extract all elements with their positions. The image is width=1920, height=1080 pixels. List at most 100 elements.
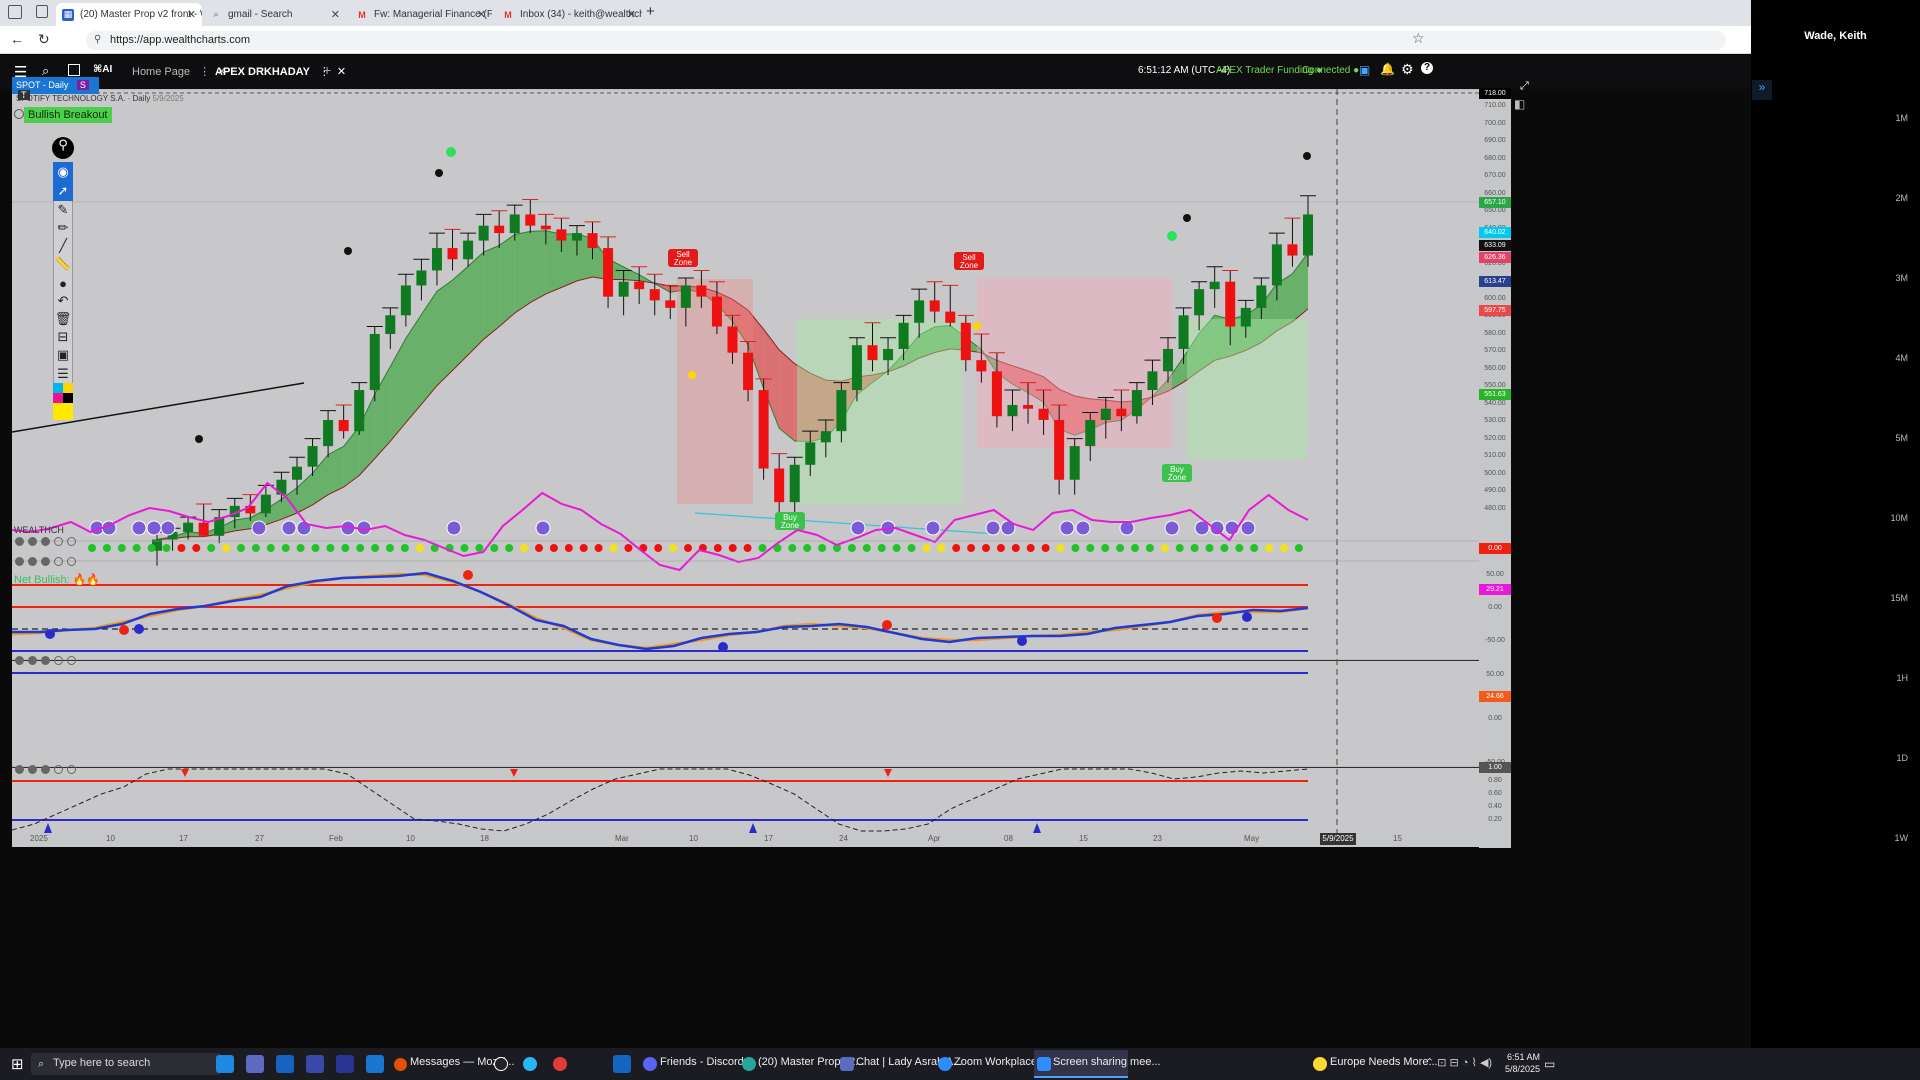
visibility-eye-icon[interactable] <box>67 765 76 774</box>
maximize-pane-icon[interactable] <box>54 656 63 665</box>
maximize-pane-icon[interactable] <box>54 765 63 774</box>
move-up-pane-icon[interactable] <box>41 765 50 774</box>
settings-pane-icon[interactable] <box>28 537 37 546</box>
move-up-pane-icon[interactable] <box>41 656 50 665</box>
interval-label[interactable]: 1H <box>1896 673 1908 683</box>
expand-icon[interactable]: ⤢ <box>1520 80 1529 93</box>
collapse-panel-icon[interactable]: » <box>1752 80 1772 100</box>
interval-label[interactable]: 3M <box>1895 273 1908 283</box>
interval-label[interactable]: 1M <box>1895 113 1908 123</box>
site-info-icon[interactable]: ⚲ <box>94 34 101 45</box>
interval-label[interactable]: 15M <box>1890 593 1908 603</box>
taskbar-search[interactable]: Type here to search <box>31 1053 221 1075</box>
layers-icon[interactable]: ☰ <box>53 364 73 384</box>
edge-icon[interactable] <box>742 1057 756 1071</box>
interval-label[interactable]: 1D <box>1896 753 1908 763</box>
color-swatch-yellow[interactable] <box>63 383 73 393</box>
location-icon[interactable] <box>494 1057 508 1071</box>
color-swatch-active[interactable] <box>53 403 73 420</box>
close-tab-icon[interactable]: ✕ <box>187 8 196 21</box>
taskbar-clock[interactable]: 6:51 AM 5/8/2025 <box>1502 1051 1540 1075</box>
maximize-pane-icon[interactable] <box>54 537 63 546</box>
notifications-icon[interactable]: 🔔 <box>1380 62 1395 76</box>
close-pane-icon[interactable] <box>15 656 24 665</box>
settings-gear-icon[interactable]: ⚙ <box>1401 61 1414 78</box>
system-tray-icons[interactable]: ⌃ ⊡ ⊟ ◔ ⌇ ◀) <box>1425 1056 1492 1069</box>
dot-tool-icon[interactable]: ● <box>53 273 73 293</box>
interval-label[interactable]: 4M <box>1895 353 1908 363</box>
undo-icon[interactable]: ↶ <box>53 291 73 311</box>
visibility-eye-icon[interactable] <box>67 557 76 566</box>
teams-icon[interactable] <box>840 1057 854 1071</box>
interval-label[interactable]: 2M <box>1895 193 1908 203</box>
panel-toggle-icon[interactable]: ◧ <box>1514 97 1525 111</box>
browser-tab-gmail-search[interactable]: ⌕ gmail - Search ✕ <box>204 3 346 26</box>
color-swatch-magenta[interactable] <box>53 393 63 403</box>
reload-icon[interactable]: ↻ <box>38 31 50 48</box>
location-pin-icon[interactable]: ⚲ <box>52 137 74 159</box>
word-icon[interactable] <box>366 1055 384 1073</box>
symbol-badge[interactable]: SPOT - Daily S T <box>12 77 99 100</box>
layouts-icon[interactable] <box>68 64 80 76</box>
browser-tab-inbox[interactable]: M Inbox (34) - keith@wealthcharts.c ✕ <box>496 3 642 26</box>
close-tab-icon[interactable]: ✕ <box>477 8 486 21</box>
chart-area[interactable]: Sell Zone Sell Zone Buy Zone Buy Zone SPOT - Da… <box>0 77 1751 1048</box>
interval-label[interactable]: 1W <box>1895 833 1909 843</box>
chart-canvas[interactable]: SellZone SellZone BuyZone BuyZone <box>12 89 1512 848</box>
taskbar-item[interactable]: Zoom Workplace <box>954 1056 1037 1068</box>
trash-icon[interactable]: 🗑 <box>53 309 73 329</box>
taskbar-item[interactable]: Screen sharing mee... <box>1053 1056 1161 1068</box>
new-tab-button[interactable]: + <box>646 3 655 20</box>
copilot-icon[interactable] <box>246 1055 264 1073</box>
favorite-star-icon[interactable]: ☆ <box>1412 30 1425 47</box>
maximize-pane-icon[interactable] <box>54 557 63 566</box>
app-icon[interactable] <box>306 1055 324 1073</box>
browser-tab-wealthcharts[interactable]: ▦ (20) Master Prop v2 front - Wealt ✕ <box>56 3 202 26</box>
zoom-icon[interactable] <box>938 1057 952 1071</box>
line-tool-icon[interactable]: ╱ <box>53 236 73 256</box>
ruler-icon[interactable]: 📏 <box>53 254 73 274</box>
interval-label[interactable]: 10M <box>1890 513 1908 523</box>
visibility-eye-icon[interactable] <box>67 537 76 546</box>
close-pane-icon[interactable] <box>15 537 24 546</box>
back-icon[interactable]: ← <box>10 31 24 47</box>
news-icon[interactable] <box>1313 1057 1327 1071</box>
settings-pane-icon[interactable] <box>28 765 37 774</box>
settings-pane-icon[interactable] <box>28 656 37 665</box>
save-icon[interactable]: ▣ <box>1359 63 1370 77</box>
ai-icon[interactable]: ⌘AI <box>93 64 112 75</box>
camera-icon[interactable]: ▣ <box>53 345 73 365</box>
teams-icon[interactable] <box>336 1055 354 1073</box>
close-tab-icon[interactable]: ✕ <box>337 66 346 78</box>
discord-icon[interactable] <box>643 1057 657 1071</box>
close-pane-icon[interactable] <box>15 765 24 774</box>
close-pane-icon[interactable] <box>15 557 24 566</box>
telegram-icon[interactable] <box>523 1057 537 1071</box>
settings-pane-icon[interactable] <box>28 557 37 566</box>
workspaces-icon[interactable] <box>8 5 22 19</box>
close-tab-icon[interactable]: ✕ <box>627 8 636 21</box>
chrome-icon[interactable] <box>553 1057 567 1071</box>
eye-icon[interactable]: ◉ <box>53 162 73 182</box>
pen-icon[interactable]: ✎ <box>53 200 73 220</box>
cursor-icon[interactable]: ➚ <box>53 181 73 201</box>
interval-label[interactable]: 5M <box>1895 433 1908 443</box>
help-icon[interactable]: ? <box>1421 62 1433 74</box>
taskbar-app-icon[interactable] <box>216 1055 234 1073</box>
color-swatch-black[interactable] <box>63 393 73 403</box>
magnet-icon[interactable]: ⊟ <box>53 327 73 347</box>
notification-center-icon[interactable]: ▭ <box>1544 1057 1555 1071</box>
move-up-pane-icon[interactable] <box>41 537 50 546</box>
close-tab-icon[interactable]: ✕ <box>331 8 340 21</box>
tab-menu-icon[interactable]: ⋮ <box>199 66 210 78</box>
color-swatch-cyan[interactable] <box>53 383 63 393</box>
taskbar-item[interactable]: Friends - Discord <box>660 1056 744 1068</box>
pencil-icon[interactable]: ✏ <box>53 218 73 238</box>
browser-tab-managerial-finance[interactable]: M Fw: Managerial Finance (FIN540) ✕ <box>350 3 492 26</box>
news-widget[interactable]: Europe Needs More... <box>1330 1056 1438 1068</box>
outlook-icon[interactable] <box>276 1055 294 1073</box>
outlook-icon[interactable] <box>613 1055 631 1073</box>
tab-home-page[interactable]: Home Page ⋮ ✕ <box>132 65 226 78</box>
windows-start-icon[interactable]: ⊞ <box>11 1055 24 1073</box>
move-up-pane-icon[interactable] <box>41 557 50 566</box>
